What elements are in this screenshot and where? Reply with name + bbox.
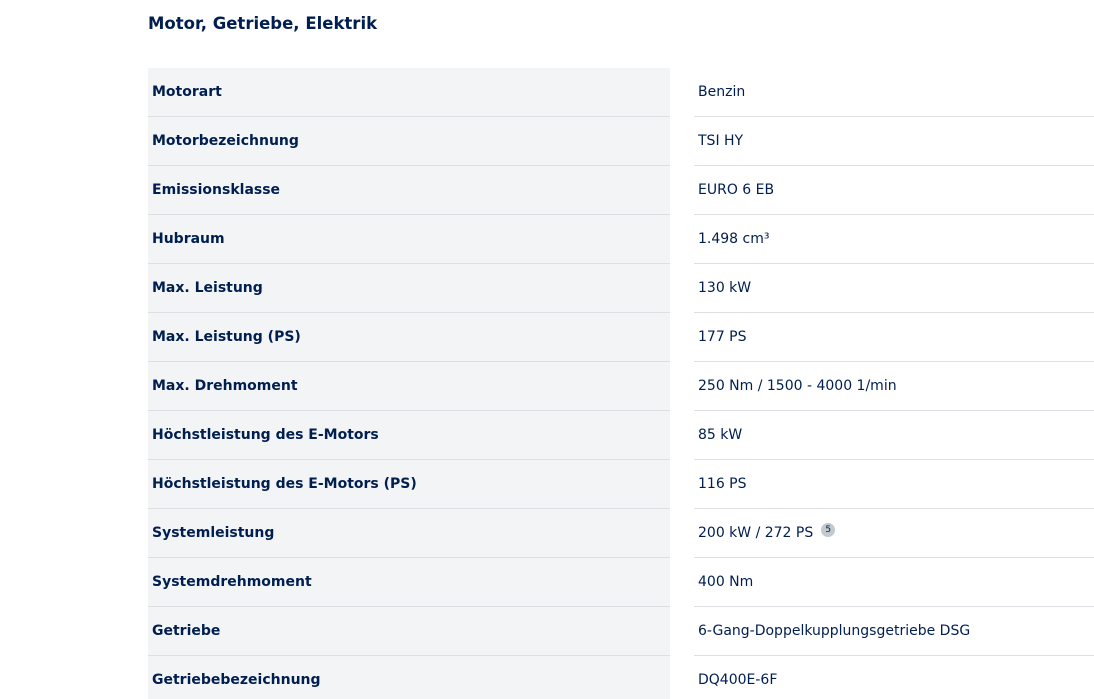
spec-value: DQ400E-6F bbox=[698, 672, 778, 688]
spec-label-cell: Getriebe bbox=[148, 607, 670, 656]
spec-label: Max. Leistung bbox=[152, 280, 263, 296]
spec-label: Max. Drehmoment bbox=[152, 378, 298, 394]
section-title: Motor, Getriebe, Elektrik bbox=[148, 14, 378, 33]
spec-row-systemleistung: Systemleistung 200 kW / 272 PS 5 bbox=[148, 509, 1094, 558]
spec-label-cell: Max. Leistung (PS) bbox=[148, 313, 670, 362]
spec-label: Höchstleistung des E-Motors (PS) bbox=[152, 476, 417, 492]
spec-label-cell: Höchstleistung des E-Motors bbox=[148, 411, 670, 460]
spec-label-cell: Höchstleistung des E-Motors (PS) bbox=[148, 460, 670, 509]
spec-row-getriebebezeichnung: Getriebebezeichnung DQ400E-6F bbox=[148, 656, 1094, 699]
spec-row-motorbezeichnung: Motorbezeichnung TSI HY bbox=[148, 117, 1094, 166]
spec-table: Motorart Benzin Motorbezeichnung TSI HY … bbox=[148, 68, 1094, 699]
spec-value-cell: DQ400E-6F bbox=[694, 656, 1094, 699]
spec-value: Benzin bbox=[698, 84, 746, 100]
spec-row-motorart: Motorart Benzin bbox=[148, 68, 1094, 117]
spec-label-cell: Hubraum bbox=[148, 215, 670, 264]
spec-label-cell: Motorart bbox=[148, 68, 670, 117]
spec-value: 1.498 cm³ bbox=[698, 231, 770, 247]
spec-value: 177 PS bbox=[698, 329, 747, 345]
spec-value-cell: 116 PS bbox=[694, 460, 1094, 509]
spec-value: 130 kW bbox=[698, 280, 752, 296]
spec-label: Emissionsklasse bbox=[152, 182, 281, 198]
spec-row-emissionsklasse: Emissionsklasse EURO 6 EB bbox=[148, 166, 1094, 215]
spec-label: Höchstleistung des E-Motors bbox=[152, 427, 379, 443]
spec-label: Systemleistung bbox=[152, 525, 275, 541]
spec-value-cell: 400 Nm bbox=[694, 558, 1094, 607]
spec-row-max-leistung: Max. Leistung 130 kW bbox=[148, 264, 1094, 313]
spec-label: Motorart bbox=[152, 84, 222, 100]
spec-row-systemdrehmoment: Systemdrehmoment 400 Nm bbox=[148, 558, 1094, 607]
spec-value: EURO 6 EB bbox=[698, 182, 775, 198]
spec-value: 85 kW bbox=[698, 427, 743, 443]
spec-label-cell: Emissionsklasse bbox=[148, 166, 670, 215]
spec-label-cell: Systemdrehmoment bbox=[148, 558, 670, 607]
spec-value: TSI HY bbox=[698, 133, 744, 149]
spec-value-cell: 200 kW / 272 PS 5 bbox=[694, 509, 1094, 558]
spec-value: 6-Gang-Doppelkupplungsgetriebe DSG bbox=[698, 623, 971, 639]
spec-value-cell: 6-Gang-Doppelkupplungsgetriebe DSG bbox=[694, 607, 1094, 656]
spec-value-cell: 130 kW bbox=[694, 264, 1094, 313]
spec-row-max-leistung-ps: Max. Leistung (PS) 177 PS bbox=[148, 313, 1094, 362]
spec-value-cell: 177 PS bbox=[694, 313, 1094, 362]
spec-value-cell: Benzin bbox=[694, 68, 1094, 117]
spec-value-cell: EURO 6 EB bbox=[694, 166, 1094, 215]
spec-label: Getriebebezeichnung bbox=[152, 672, 321, 688]
spec-value-cell: 85 kW bbox=[694, 411, 1094, 460]
footnote-badge[interactable]: 5 bbox=[821, 523, 836, 537]
spec-label-cell: Motorbezeichnung bbox=[148, 117, 670, 166]
spec-row-getriebe: Getriebe 6-Gang-Doppelkupplungsgetriebe … bbox=[148, 607, 1094, 656]
spec-label-cell: Max. Drehmoment bbox=[148, 362, 670, 411]
spec-value-cell: TSI HY bbox=[694, 117, 1094, 166]
spec-row-max-drehmoment: Max. Drehmoment 250 Nm / 1500 - 4000 1/m… bbox=[148, 362, 1094, 411]
spec-label-cell: Max. Leistung bbox=[148, 264, 670, 313]
spec-label-cell: Systemleistung bbox=[148, 509, 670, 558]
spec-value: 200 kW / 272 PS bbox=[698, 525, 814, 541]
spec-value: 250 Nm / 1500 - 4000 1/min bbox=[698, 378, 897, 394]
spec-label: Motorbezeichnung bbox=[152, 133, 299, 149]
spec-row-hubraum: Hubraum 1.498 cm³ bbox=[148, 215, 1094, 264]
spec-value: 400 Nm bbox=[698, 574, 754, 590]
spec-label: Systemdrehmoment bbox=[152, 574, 312, 590]
spec-value: 116 PS bbox=[698, 476, 747, 492]
spec-label: Getriebe bbox=[152, 623, 221, 639]
spec-label: Hubraum bbox=[152, 231, 225, 247]
spec-value-cell: 250 Nm / 1500 - 4000 1/min bbox=[694, 362, 1094, 411]
spec-row-e-motor-leistung: Höchstleistung des E-Motors 85 kW bbox=[148, 411, 1094, 460]
spec-row-e-motor-leistung-ps: Höchstleistung des E-Motors (PS) 116 PS bbox=[148, 460, 1094, 509]
spec-label: Max. Leistung (PS) bbox=[152, 329, 301, 345]
spec-page: Motor, Getriebe, Elektrik Motorart Benzi… bbox=[0, 0, 1094, 699]
spec-label-cell: Getriebebezeichnung bbox=[148, 656, 670, 699]
spec-value-cell: 1.498 cm³ bbox=[694, 215, 1094, 264]
